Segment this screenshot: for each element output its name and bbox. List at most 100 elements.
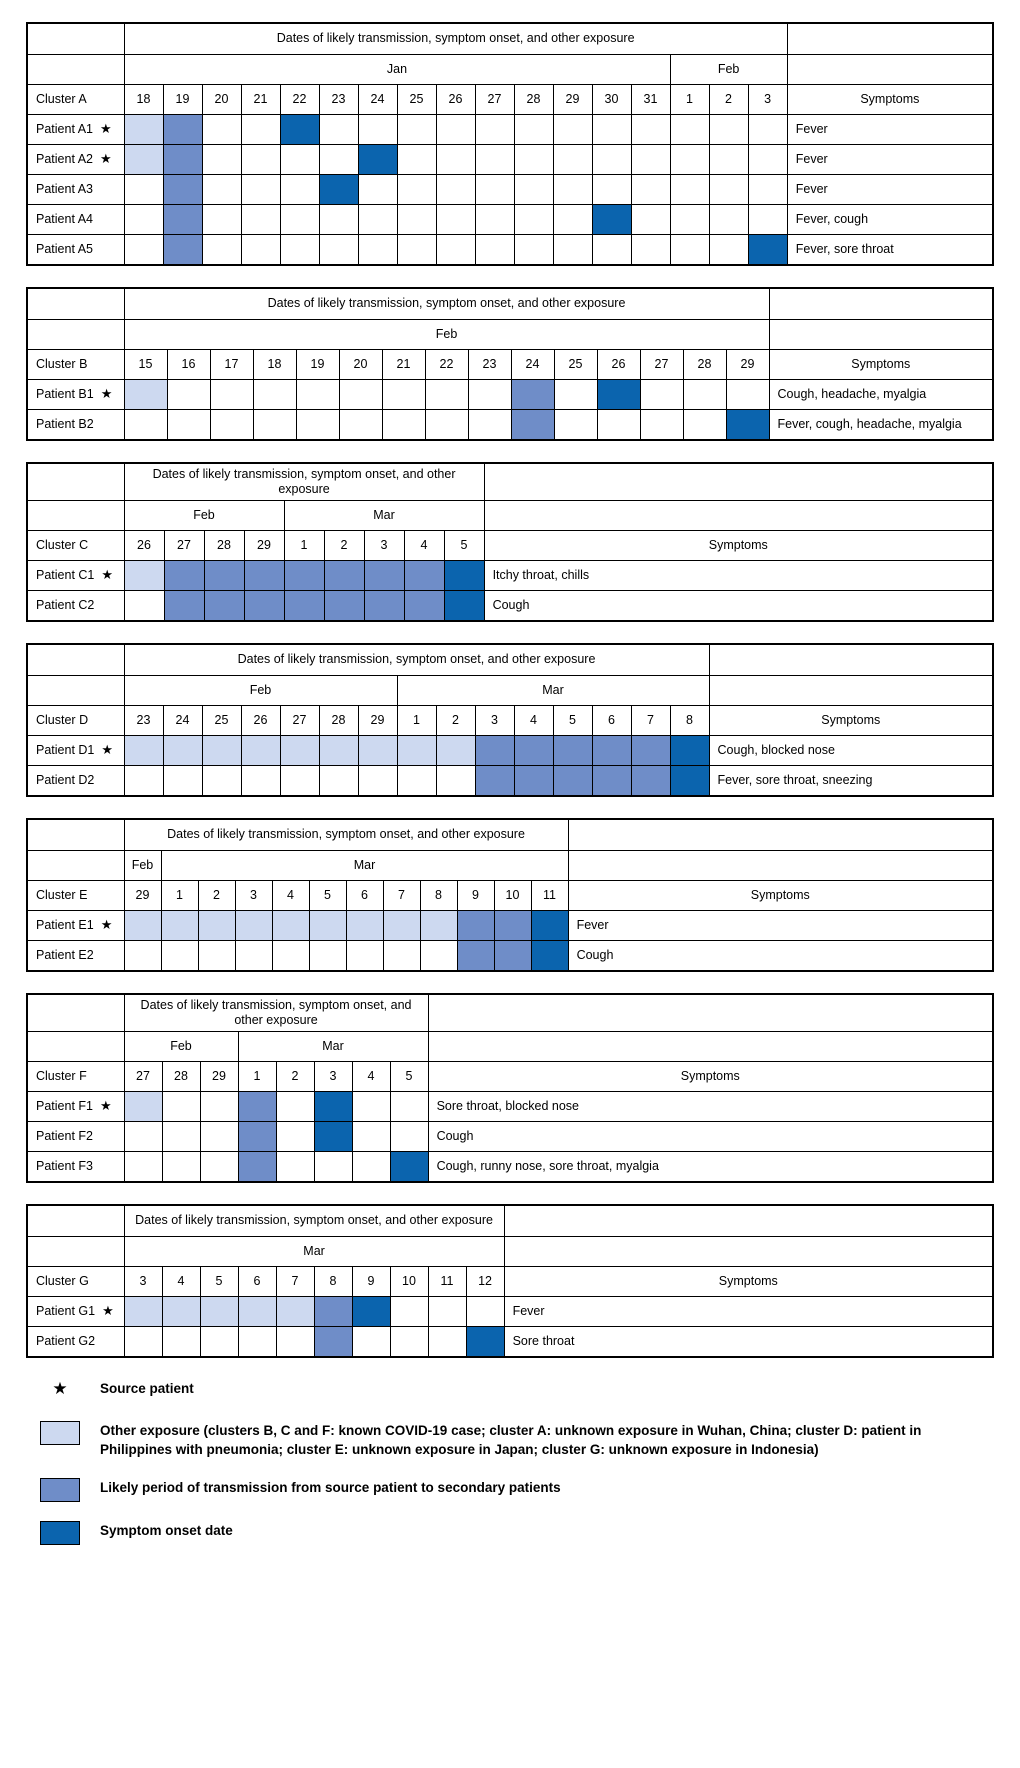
legend-item: ★ Source patient — [40, 1379, 994, 1399]
cell-empty — [275, 1090, 315, 1122]
source-patient-star-icon: ★ — [102, 1303, 114, 1318]
patient-name-cell: Patient E2 — [28, 939, 125, 970]
cell-transmission — [313, 1325, 353, 1356]
cell-transmission — [162, 173, 203, 205]
patient-name-cell: Patient A4 — [28, 203, 125, 235]
day-header: 3 — [747, 83, 788, 115]
patient-row: Patient B2 Fever, cough, headache, myalg… — [28, 408, 992, 439]
patient-row: Patient A5 Fever, sore throat — [28, 233, 992, 264]
day-header: 28 — [513, 83, 554, 115]
legend-item: Symptom onset date — [40, 1521, 994, 1546]
cell-transmission — [162, 143, 203, 175]
cell-onset — [351, 1295, 391, 1327]
day-header: 9 — [456, 879, 495, 911]
day-header: 5 — [443, 529, 485, 561]
cell-empty — [708, 143, 749, 175]
corner-cell — [28, 24, 125, 55]
cell-empty — [357, 764, 398, 795]
patient-label: Patient A5 — [36, 242, 93, 257]
cell-empty — [435, 113, 476, 145]
patient-label: Patient G2 — [36, 1334, 96, 1349]
cell-empty — [123, 173, 164, 205]
cell-exposure — [419, 909, 458, 941]
clusters-root: Dates of likely transmission, symptom on… — [26, 22, 994, 1358]
day-header: 31 — [630, 83, 671, 115]
cell-empty — [338, 378, 383, 410]
day-header: 1 — [160, 879, 199, 911]
patient-label: Patient A2 — [36, 152, 93, 166]
patient-name-cell: Patient A5 — [28, 233, 125, 264]
cell-transmission — [243, 559, 285, 591]
symptoms-cell: Itchy throat, chills — [483, 559, 992, 591]
cell-empty — [252, 408, 297, 439]
cell-empty — [591, 173, 632, 205]
cell-exposure — [357, 734, 398, 766]
patient-name-cell: Patient F2 — [28, 1120, 125, 1152]
cell-empty — [279, 233, 320, 264]
patient-name-cell: Patient D1 ★ — [28, 734, 125, 766]
patient-row: Patient D1 ★ Cough, blocked nose — [28, 734, 992, 766]
patient-name-cell: Patient F1 ★ — [28, 1090, 125, 1122]
day-header: 2 — [275, 1060, 315, 1092]
cell-empty — [123, 233, 164, 264]
figure-legend: ★ Source patient Other exposure (clusters … — [26, 1379, 994, 1546]
cell-empty — [123, 203, 164, 235]
day-header: 27 — [639, 348, 684, 380]
patient-name-cell: Patient F3 — [28, 1150, 125, 1181]
day-header: 28 — [318, 704, 359, 736]
cell-empty — [357, 203, 398, 235]
day-header: 29 — [725, 348, 770, 380]
dates-header-title: Dates of likely transmission, symptom on… — [123, 995, 429, 1032]
symptoms-header-spacer — [427, 1030, 992, 1062]
day-header: 23 — [123, 704, 164, 736]
cluster-block: Dates of likely transmission, symptom on… — [26, 462, 994, 622]
patient-row: Patient A3 Fever — [28, 173, 992, 205]
symptoms-header-spacer — [567, 820, 992, 851]
cell-exposure — [123, 909, 162, 941]
patient-name-cell: Patient B1 ★ — [28, 378, 125, 410]
day-header: 11 — [427, 1265, 467, 1297]
month-label-feb: Feb — [123, 674, 398, 706]
day-header: 1 — [396, 704, 437, 736]
cluster-table: Dates of likely transmission, symptom on… — [28, 820, 992, 970]
symptoms-cell: Fever, sore throat, sneezing — [708, 764, 992, 795]
cell-empty — [513, 203, 554, 235]
cell-transmission — [283, 559, 325, 591]
day-header: 1 — [669, 83, 710, 115]
cell-empty — [553, 408, 598, 439]
patient-name-cell: Patient A3 — [28, 173, 125, 205]
patient-row: Patient C1 ★ Itchy throat, chills — [28, 559, 992, 591]
cell-empty — [279, 143, 320, 175]
patient-label: Patient A4 — [36, 212, 93, 226]
patient-label: Patient E2 — [36, 948, 94, 963]
cell-empty — [162, 764, 203, 795]
dates-header-title: Dates of likely transmission, symptom on… — [123, 464, 485, 501]
day-header: 4 — [513, 704, 554, 736]
cluster-name: Cluster C — [28, 529, 125, 561]
cell-empty — [467, 378, 512, 410]
cell-empty — [318, 233, 359, 264]
cell-exposure — [271, 909, 310, 941]
cell-empty — [338, 408, 383, 439]
day-header: 4 — [403, 529, 445, 561]
symptoms-header-spacer — [483, 499, 992, 531]
day-header: 2 — [197, 879, 236, 911]
patient-label: Patient B1 — [36, 387, 94, 401]
legend-item: Likely period of transmission from sourc… — [40, 1478, 994, 1503]
month-label-feb: Feb — [123, 1030, 239, 1062]
patient-name-cell: Patient B2 — [28, 408, 125, 439]
day-header: 19 — [295, 348, 340, 380]
symptoms-cell: Fever, cough — [786, 203, 992, 235]
cell-onset — [357, 143, 398, 175]
patient-label: Patient E1 — [36, 918, 94, 932]
cell-empty — [427, 1295, 467, 1327]
patient-row: Patient E2 Cough — [28, 939, 992, 970]
cell-onset — [725, 408, 770, 439]
patient-row: Patient F2 Cough — [28, 1120, 992, 1152]
cell-transmission — [474, 734, 515, 766]
cell-onset — [591, 203, 632, 235]
cell-empty — [747, 173, 788, 205]
corner-cell — [28, 318, 125, 350]
patient-name-cell: Patient C2 — [28, 589, 125, 620]
cell-empty — [419, 939, 458, 970]
